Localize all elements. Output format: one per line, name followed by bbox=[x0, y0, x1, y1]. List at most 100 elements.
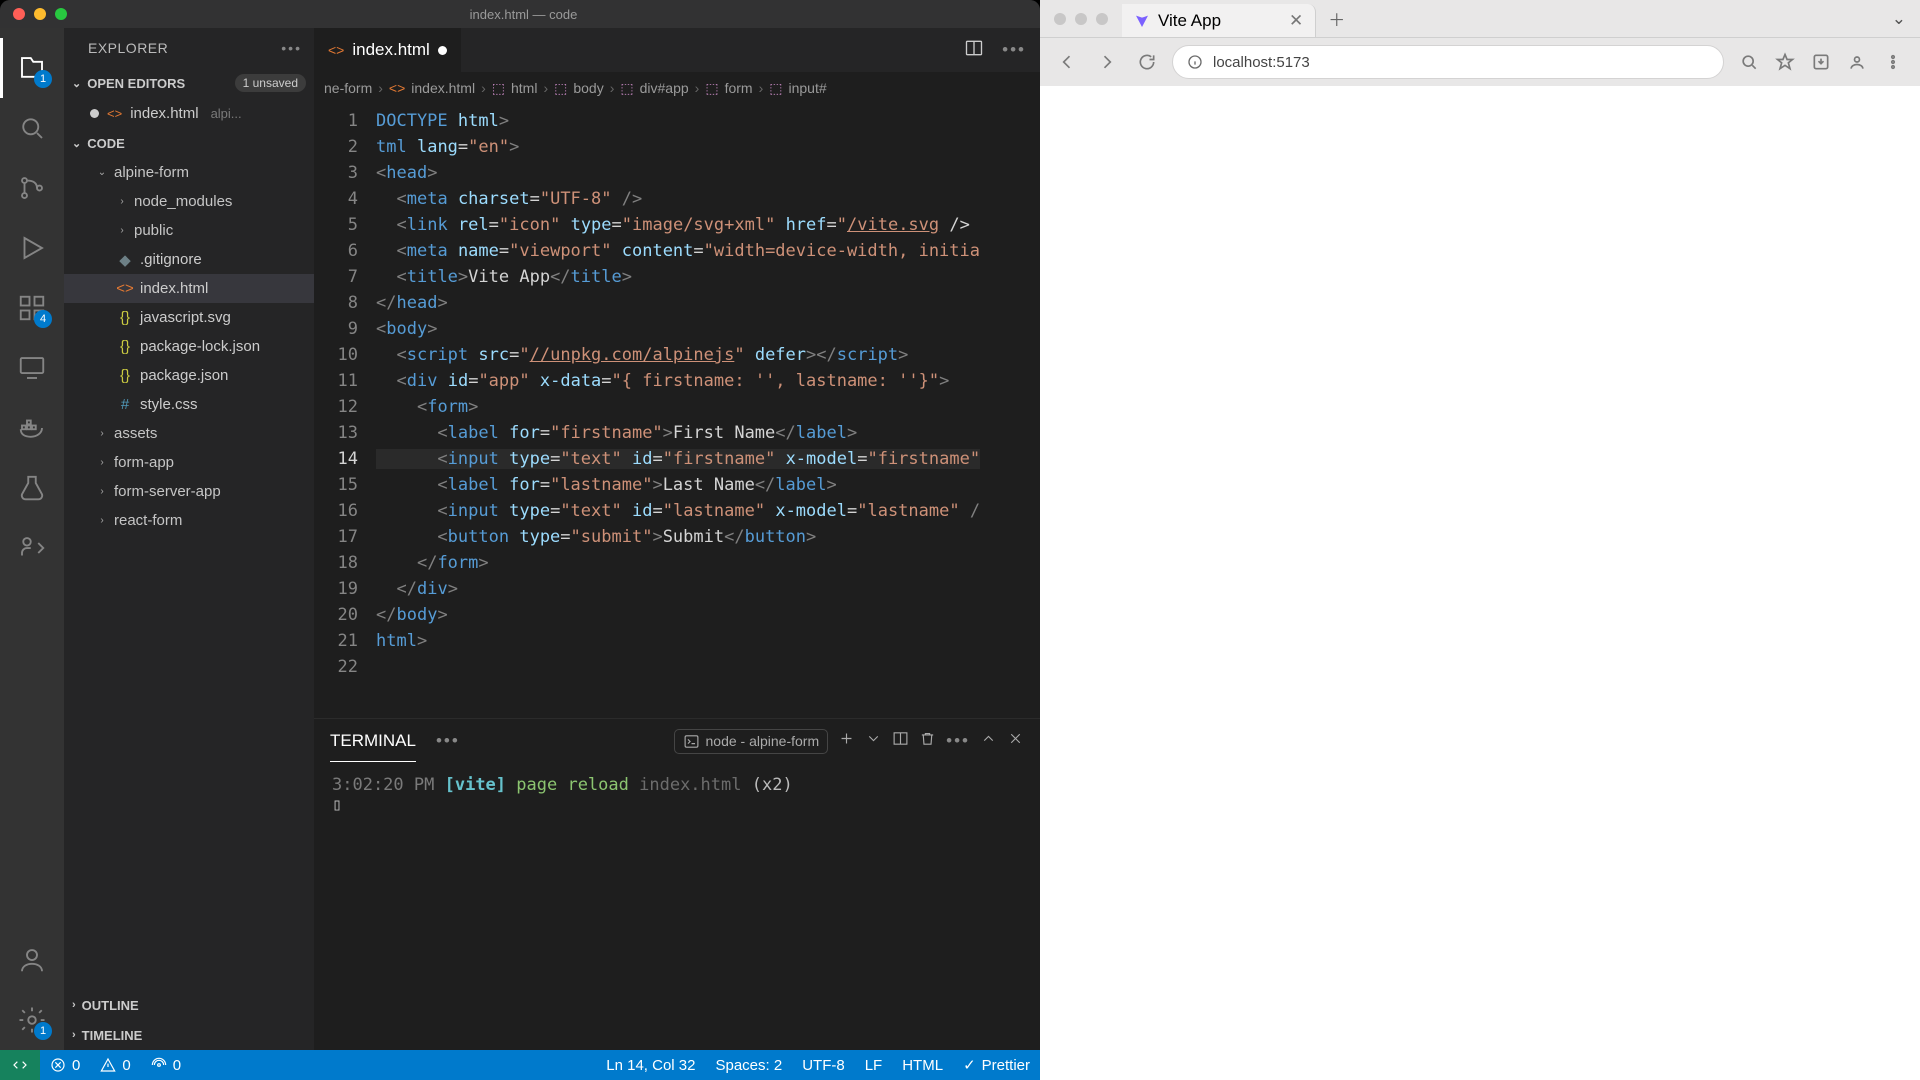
activity-remote-icon[interactable] bbox=[0, 338, 64, 398]
activity-extensions-icon[interactable]: 4 bbox=[0, 278, 64, 338]
minimize-window-button[interactable] bbox=[34, 8, 46, 20]
folder-item[interactable]: ⌄alpine-form bbox=[64, 158, 314, 187]
browser-close-button[interactable] bbox=[1054, 13, 1066, 25]
activity-account-icon[interactable] bbox=[0, 930, 64, 990]
activity-settings-icon[interactable]: 1 bbox=[0, 990, 64, 1050]
tab-name: index.html bbox=[352, 40, 429, 60]
terminal-dropdown-icon[interactable] bbox=[865, 730, 882, 752]
status-encoding[interactable]: UTF-8 bbox=[792, 1057, 855, 1074]
tabs-overflow-icon[interactable]: ⌄ bbox=[1878, 0, 1920, 37]
window-title: index.html — code bbox=[67, 7, 1040, 22]
file-item[interactable]: # style.css bbox=[64, 390, 314, 419]
folder-item[interactable]: ›node_modules bbox=[64, 187, 314, 216]
status-warnings[interactable]: 0 bbox=[90, 1057, 140, 1074]
sidebar: EXPLORER ••• ⌄ OPEN EDITORS 1 unsaved <>… bbox=[64, 28, 314, 1050]
file-item[interactable]: {} javascript.svg bbox=[64, 303, 314, 332]
explorer-title: EXPLORER bbox=[88, 40, 168, 56]
open-editor-item[interactable]: <> index.html alpi... bbox=[64, 98, 314, 128]
editor-group: <> index.html ••• ne-form› <>index.html›… bbox=[314, 28, 1040, 1050]
status-eol[interactable]: LF bbox=[855, 1057, 893, 1074]
file-item[interactable]: ◆ .gitignore bbox=[64, 245, 314, 274]
tab-close-icon[interactable]: ✕ bbox=[1289, 11, 1303, 31]
status-spaces[interactable]: Spaces: 2 bbox=[705, 1057, 792, 1074]
folder-item[interactable]: ›assets bbox=[64, 419, 314, 448]
status-language[interactable]: HTML bbox=[892, 1057, 953, 1074]
browser-window: Vite App ✕ ＋ ⌄ localhost:5173 bbox=[1040, 0, 1920, 1080]
code-editor[interactable]: 12345678910111213141516171819202122 DOCT… bbox=[314, 104, 1040, 712]
url-input[interactable]: localhost:5173 bbox=[1172, 45, 1724, 79]
browser-tab-title: Vite App bbox=[1158, 11, 1221, 31]
open-editor-name: index.html bbox=[130, 105, 198, 122]
breadcrumb[interactable]: ne-form› <>index.html› ⬚html› ⬚body› ⬚di… bbox=[314, 72, 1040, 104]
file-item[interactable]: {} package.json bbox=[64, 361, 314, 390]
panel-tab-terminal[interactable]: TERMINAL bbox=[330, 721, 416, 762]
new-tab-button[interactable]: ＋ bbox=[1316, 0, 1357, 37]
activity-testing-icon[interactable] bbox=[0, 458, 64, 518]
bookmark-icon[interactable] bbox=[1770, 47, 1800, 77]
file-item[interactable]: {} package-lock.json bbox=[64, 332, 314, 361]
forward-button[interactable] bbox=[1092, 47, 1122, 77]
url-text: localhost:5173 bbox=[1213, 54, 1310, 71]
zoom-icon[interactable] bbox=[1734, 47, 1764, 77]
activity-run-icon[interactable] bbox=[0, 218, 64, 278]
close-window-button[interactable] bbox=[13, 8, 25, 20]
activity-liveshare-icon[interactable] bbox=[0, 518, 64, 578]
back-button[interactable] bbox=[1052, 47, 1082, 77]
panel-close-icon[interactable] bbox=[1007, 730, 1024, 752]
panel: TERMINAL ••• node - alpine-form ••• bbox=[314, 718, 1040, 1050]
status-errors[interactable]: 0 bbox=[40, 1057, 90, 1074]
folder-item[interactable]: ›public bbox=[64, 216, 314, 245]
explorer-more-icon[interactable]: ••• bbox=[281, 40, 302, 56]
terminal-process[interactable]: node - alpine-form bbox=[674, 729, 829, 754]
status-ports[interactable]: 0 bbox=[141, 1057, 191, 1074]
reload-button[interactable] bbox=[1132, 47, 1162, 77]
activity-docker-icon[interactable] bbox=[0, 398, 64, 458]
activity-search-icon[interactable] bbox=[0, 98, 64, 158]
file-tree: ⌄alpine-form›node_modules›public◆ .gitig… bbox=[64, 158, 314, 535]
modified-dot-icon bbox=[90, 109, 99, 118]
menu-icon[interactable] bbox=[1878, 47, 1908, 77]
panel-maximize-icon[interactable] bbox=[980, 730, 997, 752]
file-item[interactable]: <> index.html bbox=[64, 274, 314, 303]
terminal-kill-icon[interactable] bbox=[919, 730, 936, 752]
status-ln-col[interactable]: Ln 14, Col 32 bbox=[596, 1057, 705, 1074]
folder-item[interactable]: ›form-server-app bbox=[64, 477, 314, 506]
panel-tab-more-icon[interactable]: ••• bbox=[436, 731, 460, 751]
timeline-label[interactable]: TIMELINE bbox=[82, 1028, 143, 1043]
install-app-icon[interactable] bbox=[1806, 47, 1836, 77]
workspace-label[interactable]: CODE bbox=[87, 136, 125, 151]
vite-favicon-icon bbox=[1134, 13, 1150, 29]
open-editors-label[interactable]: OPEN EDITORS bbox=[87, 76, 185, 91]
site-info-icon[interactable] bbox=[1187, 54, 1203, 70]
unsaved-badge: 1 unsaved bbox=[235, 74, 306, 92]
open-editor-dir: alpi... bbox=[211, 106, 242, 121]
split-editor-icon[interactable] bbox=[964, 38, 984, 63]
activity-explorer-icon[interactable]: 1 bbox=[0, 38, 64, 98]
mac-titlebar: index.html — code bbox=[0, 0, 1040, 28]
settings-badge: 1 bbox=[34, 1022, 52, 1040]
folder-item[interactable]: ›form-app bbox=[64, 448, 314, 477]
status-formatter[interactable]: ✓ Prettier bbox=[953, 1056, 1040, 1074]
explorer-badge: 1 bbox=[34, 70, 52, 88]
outline-label[interactable]: OUTLINE bbox=[82, 998, 139, 1013]
terminal-more-icon[interactable]: ••• bbox=[946, 731, 970, 751]
profile-icon[interactable] bbox=[1842, 47, 1872, 77]
status-bar: 0 0 0 Ln 14, Col 32 Spaces: 2 UTF-8 LF H… bbox=[0, 1050, 1040, 1080]
activity-scm-icon[interactable] bbox=[0, 158, 64, 218]
terminal-output[interactable]: 3:02:20 PM [vite] page reload index.html… bbox=[314, 763, 1040, 1050]
browser-tab[interactable]: Vite App ✕ bbox=[1122, 4, 1316, 37]
terminal-add-icon[interactable] bbox=[838, 730, 855, 752]
vscode-window: index.html — code 1 4 1 bbox=[0, 0, 1040, 1080]
browser-minimize-button[interactable] bbox=[1075, 13, 1087, 25]
editor-more-icon[interactable]: ••• bbox=[1002, 40, 1026, 60]
terminal-split-icon[interactable] bbox=[892, 730, 909, 752]
extensions-badge: 4 bbox=[34, 310, 52, 328]
zoom-window-button[interactable] bbox=[55, 8, 67, 20]
activity-bar: 1 4 1 bbox=[0, 28, 64, 1050]
browser-viewport[interactable] bbox=[1040, 86, 1920, 1080]
editor-tab[interactable]: <> index.html bbox=[314, 28, 462, 72]
browser-zoom-button[interactable] bbox=[1096, 13, 1108, 25]
folder-item[interactable]: ›react-form bbox=[64, 506, 314, 535]
status-remote-icon[interactable] bbox=[0, 1050, 40, 1080]
tab-modified-dot-icon bbox=[438, 46, 447, 55]
